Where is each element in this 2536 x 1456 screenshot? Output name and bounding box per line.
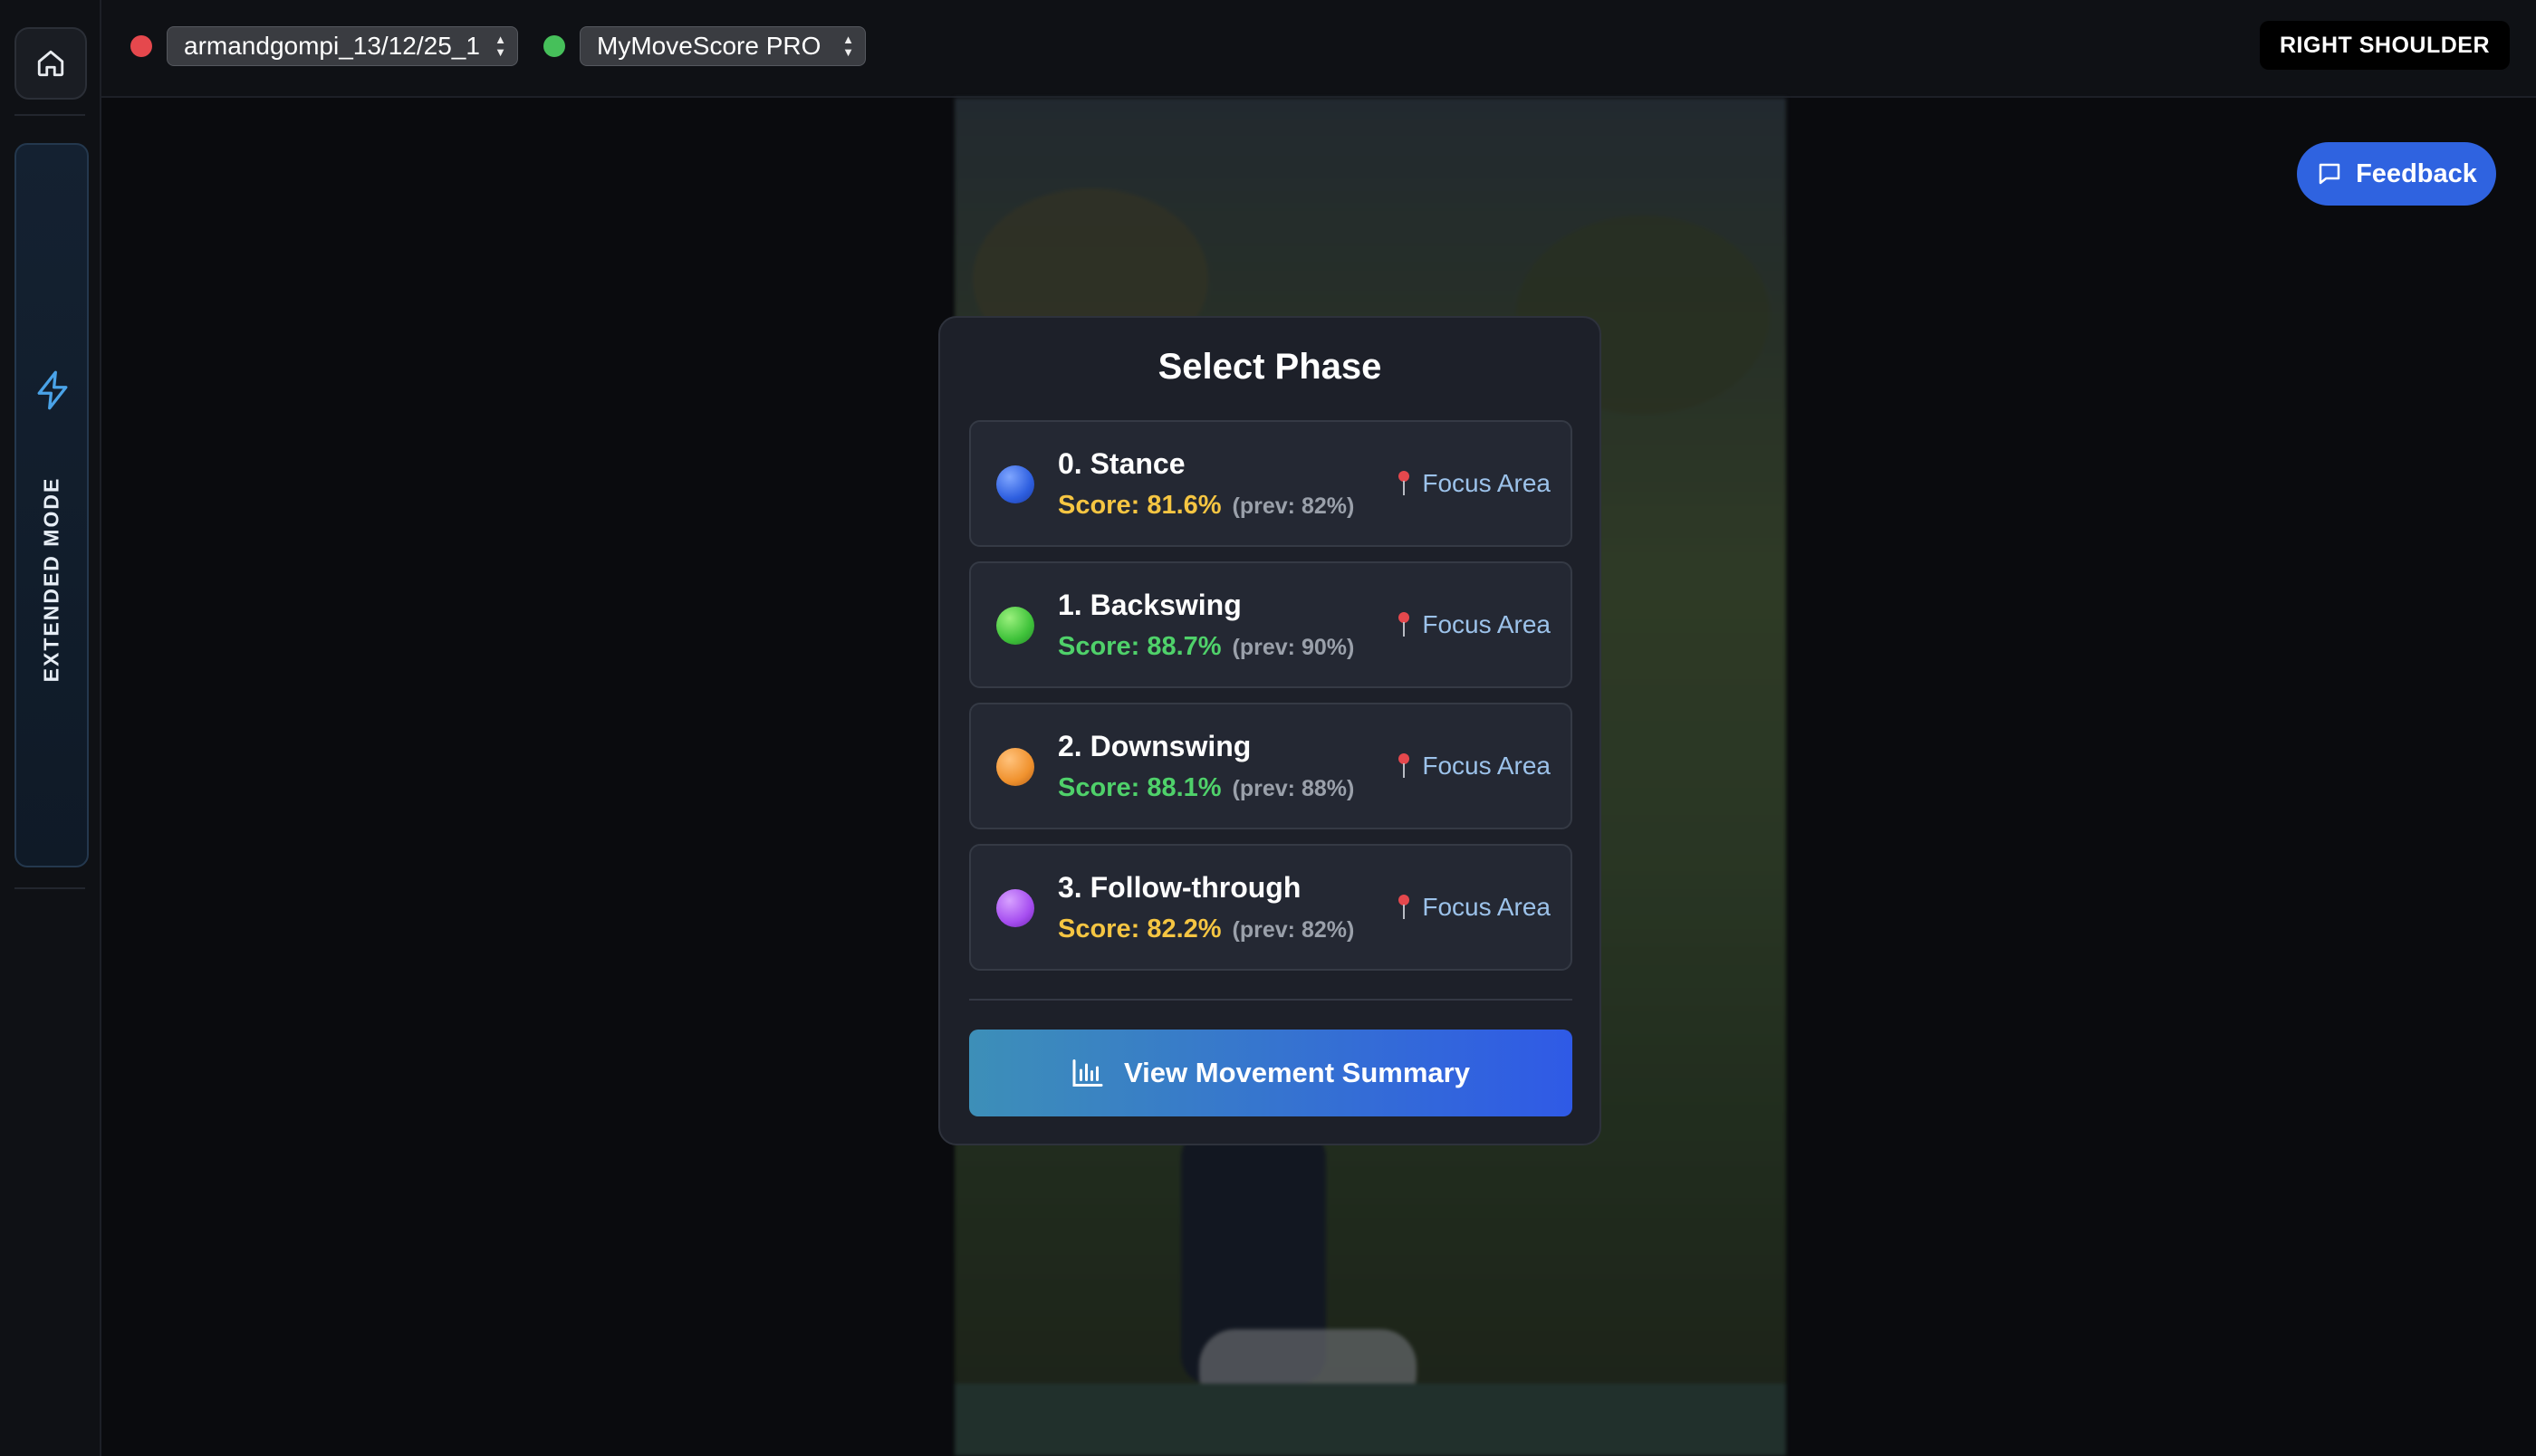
select-arrows-icon: ▲ ▼ [495, 33, 506, 59]
pin-icon [1398, 753, 1410, 778]
bar-chart-icon [1072, 1059, 1103, 1087]
phase-name: 1. Backswing [1058, 589, 1242, 621]
feedback-button[interactable]: Feedback [2297, 142, 2496, 206]
rail-divider [14, 887, 85, 889]
dialog-divider [969, 999, 1572, 1001]
phase-name: 0. Stance [1058, 447, 1186, 480]
feedback-label: Feedback [2356, 158, 2477, 188]
dialog-title: Select Phase [1158, 347, 1382, 387]
view-angle-badge[interactable]: RIGHT SHOULDER [2260, 21, 2510, 70]
home-icon [37, 50, 64, 77]
phase-name: 3. Follow-through [1058, 871, 1302, 904]
focus-area-label: Focus Area [1422, 893, 1551, 921]
phase-item-stance[interactable]: 0. Stance Score: 81.6% (prev: 82%) Focus … [969, 420, 1572, 547]
phase-prev-score: (prev: 82%) [1232, 917, 1355, 943]
phase-color-dot [996, 748, 1034, 786]
phase-prev-score: (prev: 88%) [1232, 776, 1355, 801]
view-movement-summary-button[interactable]: View Movement Summary [969, 1030, 1572, 1116]
phase-color-dot [996, 465, 1034, 503]
extended-mode-toggle[interactable]: EXTENDED MODE [14, 143, 89, 867]
phase-prev-score: (prev: 82%) [1232, 493, 1355, 519]
phase-color-dot [996, 607, 1034, 645]
extended-mode-label: EXTENDED MODE [39, 476, 63, 683]
pin-icon [1398, 471, 1410, 495]
phase-score: Score: 88.7% (prev: 90%) [1058, 632, 1355, 661]
product-select-value: MyMoveScore PRO [597, 32, 821, 60]
session-status-dot [130, 35, 152, 57]
chat-icon [2319, 163, 2340, 185]
pin-icon [1398, 612, 1410, 637]
select-phase-dialog: Select Phase 0. Stance Score: 81.6% (prev… [938, 316, 1601, 1145]
view-movement-summary-label: View Movement Summary [1124, 1057, 1470, 1088]
pin-icon [1398, 895, 1410, 919]
lightning-icon [37, 370, 68, 410]
product-select[interactable]: MyMoveScore PRO ▲ ▼ [580, 26, 866, 66]
home-button[interactable] [14, 27, 87, 100]
session-select-value: armandgompi_13/12/25_1 [184, 32, 480, 60]
phase-item-follow-through[interactable]: 3. Follow-through Score: 82.2% (prev: 82%… [969, 844, 1572, 971]
focus-area-link[interactable]: Focus Area [1397, 752, 1551, 781]
top-bar: armandgompi_13/12/25_1 ▲ ▼ MyMoveScore PR… [101, 0, 2536, 98]
phase-score: Score: 82.2% (prev: 82%) [1058, 915, 1355, 944]
rail-divider [14, 114, 85, 116]
phase-color-dot [996, 889, 1034, 927]
left-rail: EXTENDED MODE [0, 0, 101, 1456]
phase-name: 2. Downswing [1058, 730, 1252, 762]
select-arrows-icon: ▲ ▼ [842, 33, 854, 59]
phase-item-downswing[interactable]: 2. Downswing Score: 88.1% (prev: 88%) Foc… [969, 703, 1572, 829]
product-status-dot [543, 35, 565, 57]
phase-score: Score: 88.1% (prev: 88%) [1058, 773, 1355, 802]
session-select[interactable]: armandgompi_13/12/25_1 ▲ ▼ [167, 26, 518, 66]
focus-area-label: Focus Area [1422, 610, 1551, 638]
focus-area-link[interactable]: Focus Area [1397, 610, 1551, 639]
phase-score: Score: 81.6% (prev: 82%) [1058, 491, 1355, 520]
phase-prev-score: (prev: 90%) [1232, 635, 1355, 660]
phase-item-backswing[interactable]: 1. Backswing Score: 88.7% (prev: 90%) Foc… [969, 561, 1572, 688]
focus-area-label: Focus Area [1422, 752, 1551, 780]
focus-area-link[interactable]: Focus Area [1397, 893, 1551, 922]
focus-area-link[interactable]: Focus Area [1397, 469, 1551, 498]
focus-area-label: Focus Area [1422, 469, 1551, 497]
